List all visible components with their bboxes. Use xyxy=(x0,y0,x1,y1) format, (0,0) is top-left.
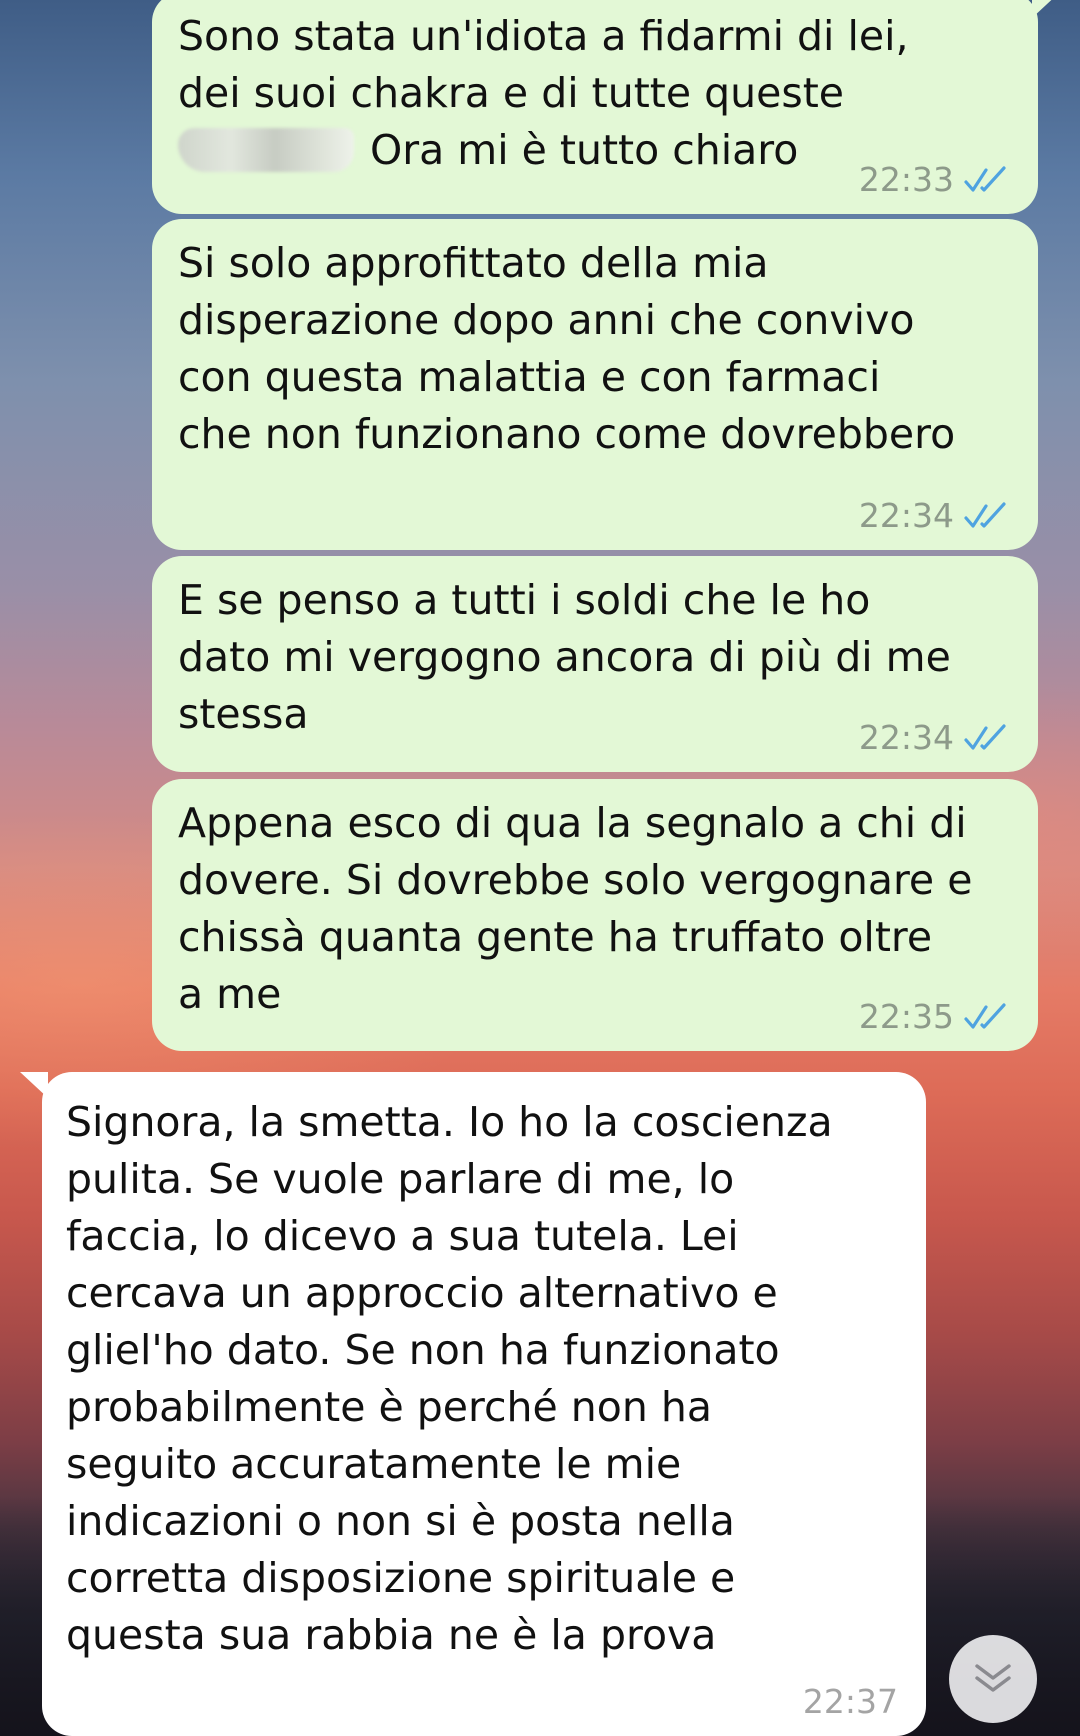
message-meta: 22:34 xyxy=(859,496,1010,536)
message-text-part: Ora mi è tutto chiaro xyxy=(370,126,799,174)
message-text: Si solo approfittato della mia disperazi… xyxy=(178,239,956,458)
double-check-icon xyxy=(964,1003,1006,1029)
message-text: Sono stata un'idiota a fidarmi di lei, d… xyxy=(178,8,1012,179)
message-time: 22:33 xyxy=(858,160,954,199)
outgoing-message-bubble[interactable]: Si solo approfittato della mia disperazi… xyxy=(152,219,1038,550)
double-check-icon xyxy=(964,502,1006,528)
message-text: Appena esco di qua la segnalo a chi di d… xyxy=(178,799,973,1018)
scroll-to-bottom-button[interactable] xyxy=(949,1635,1037,1723)
message-meta: 22:34 xyxy=(859,718,1010,758)
message-time: 22:37 xyxy=(802,1682,898,1721)
double-check-icon xyxy=(964,724,1006,750)
chevron-double-down-icon xyxy=(975,1664,1011,1692)
message-time: 22:34 xyxy=(858,496,954,535)
bubble-tail xyxy=(20,1072,48,1098)
redacted-text-blur xyxy=(178,128,354,172)
message-time: 22:34 xyxy=(858,718,954,757)
message-time: 22:35 xyxy=(858,997,954,1036)
message-meta: 22:33 xyxy=(859,160,1010,200)
message-text-part: Sono stata un'idiota a fidarmi di lei, d… xyxy=(178,12,909,117)
bubble-tail xyxy=(1032,0,1060,18)
message-meta: 22:35 xyxy=(859,997,1010,1037)
double-check-icon xyxy=(964,166,1006,192)
outgoing-message-bubble[interactable]: Sono stata un'idiota a fidarmi di lei, d… xyxy=(152,0,1060,214)
message-meta: 22:37 xyxy=(803,1682,898,1722)
outgoing-message-bubble[interactable]: E se penso a tutti i soldi che le ho dat… xyxy=(152,556,1038,772)
message-text: Signora, la smetta. Io ho la coscienza p… xyxy=(66,1098,833,1659)
outgoing-message-bubble[interactable]: Appena esco di qua la segnalo a chi di d… xyxy=(152,779,1038,1051)
incoming-message-bubble[interactable]: Signora, la smetta. Io ho la coscienza p… xyxy=(20,1072,926,1736)
